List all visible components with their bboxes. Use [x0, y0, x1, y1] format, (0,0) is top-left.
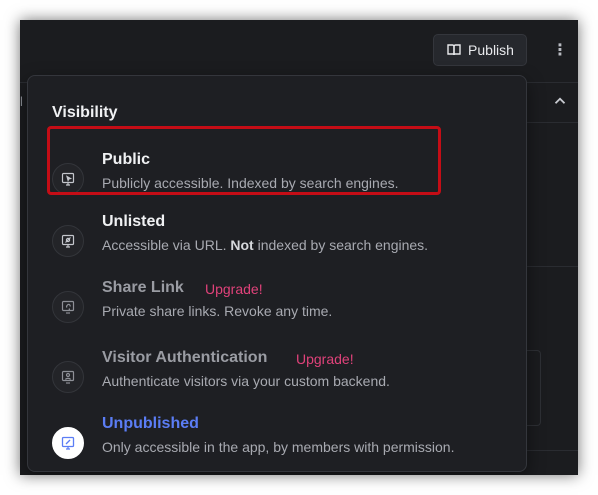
visibility-title: Visibility: [52, 104, 118, 121]
kebab-icon[interactable]: ⋮: [552, 38, 568, 62]
upgrade-badge[interactable]: Upgrade!: [296, 351, 354, 367]
option-description: Accessible via URL. Not indexed by searc…: [102, 237, 428, 253]
publish-button[interactable]: Publish: [433, 34, 527, 66]
background-panel: [526, 350, 541, 426]
upgrade-badge[interactable]: Upgrade!: [205, 281, 263, 297]
unlisted-icon: [52, 225, 84, 257]
option-description: Private share links. Revoke any time.: [102, 303, 333, 319]
option-description: Only accessible in the app, by members w…: [102, 439, 455, 455]
background-divider: [526, 266, 578, 267]
publish-button-label: Publish: [468, 42, 514, 58]
book-open-icon: [447, 44, 461, 56]
background-divider: [526, 122, 578, 123]
background-text-fragment: l: [20, 94, 23, 109]
option-description-start: Accessible via URL.: [102, 237, 231, 253]
unpublished-icon: [52, 427, 84, 459]
option-label: Unlisted: [102, 213, 166, 230]
background-divider: [526, 450, 578, 451]
selection-highlight-box: [47, 126, 441, 195]
chevron-up-icon[interactable]: [551, 92, 569, 110]
option-label: Visitor Authentication: [102, 349, 268, 366]
option-description-emphasis: Not: [230, 237, 254, 253]
option-description: Authenticate visitors via your custom ba…: [102, 373, 390, 389]
app-window: l Publish ⋮ Visibility Public Publicly a…: [20, 20, 578, 475]
option-label: Share Link: [102, 279, 184, 296]
share-link-icon: [52, 291, 84, 323]
option-description-end: indexed by search engines.: [253, 237, 429, 253]
option-label: Unpublished: [102, 415, 199, 432]
visitor-auth-icon: [52, 361, 84, 393]
